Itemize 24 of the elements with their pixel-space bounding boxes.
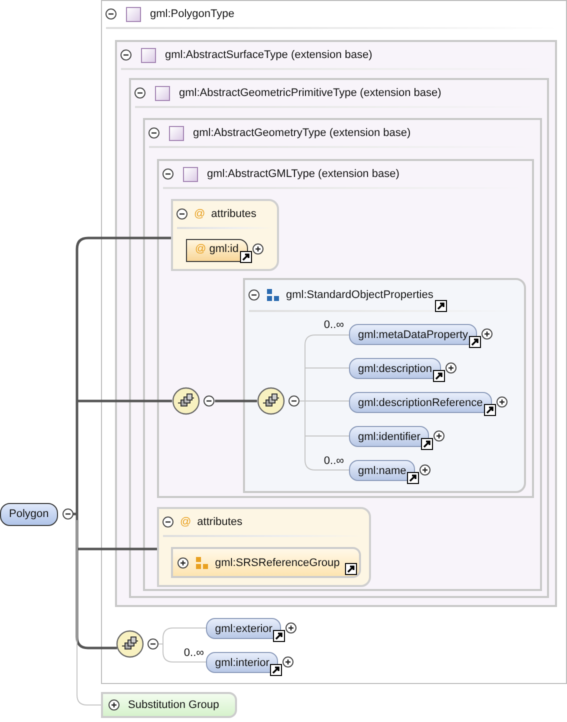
- attributes-label: attributes: [211, 208, 256, 220]
- element-node[interactable]: gml:description: [349, 358, 441, 379]
- substitution-group-node[interactable]: Substitution Group: [101, 692, 237, 718]
- attributes-label: attributes: [197, 516, 242, 528]
- element-node[interactable]: Polygon: [0, 503, 58, 526]
- type-label: gml:PolygonType: [150, 8, 234, 20]
- group-label: gml:StandardObjectProperties: [286, 289, 434, 301]
- element-node[interactable]: gml:descriptionReference: [349, 392, 492, 413]
- type-label: gml:AbstractGeometricPrimitiveType (extension base): [179, 87, 442, 99]
- type-label: gml:AbstractGMLType (extension base): [207, 168, 400, 180]
- cardinality-label: 0..∞: [324, 319, 344, 331]
- attribute-group-node[interactable]: gml:SRSReferenceGroup: [171, 547, 361, 578]
- cardinality-label: 0..∞: [324, 455, 344, 467]
- element-node[interactable]: gml:name: [349, 460, 416, 481]
- type-label: gml:AbstractSurfaceType (extension base): [165, 49, 372, 61]
- cardinality-label: 0..∞: [184, 647, 204, 659]
- type-label: gml:AbstractGeometryType (extension base): [193, 127, 411, 139]
- element-node[interactable]: gml:metaDataProperty: [349, 324, 478, 345]
- attribute-node[interactable]: @ gml:id: [186, 239, 248, 262]
- element-node[interactable]: gml:identifier: [349, 426, 430, 447]
- at-sign: @: [180, 516, 192, 528]
- element-node[interactable]: gml:interior: [206, 652, 278, 673]
- element-node[interactable]: gml:exterior: [206, 618, 282, 639]
- at-sign: @: [194, 208, 206, 220]
